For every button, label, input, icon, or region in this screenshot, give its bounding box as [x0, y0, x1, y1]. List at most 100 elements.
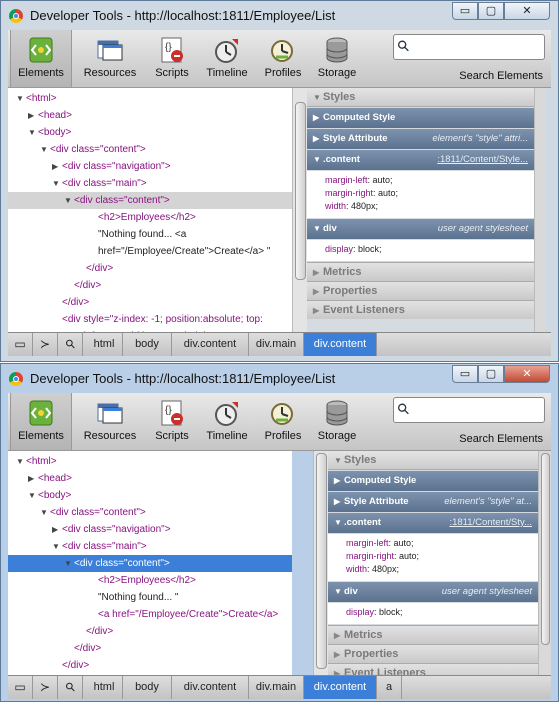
dom-node[interactable]: ▶ <div class="navigation">	[8, 158, 292, 175]
expand-toggle-icon[interactable]: ▼	[64, 192, 74, 209]
style-attribute-section[interactable]: ▶ Style Attribute element's "style" attri.…	[307, 129, 534, 149]
expand-toggle-icon[interactable]: ▼	[28, 487, 38, 504]
computed-style-section[interactable]: ▶ Computed Style	[307, 108, 534, 128]
dock-button[interactable]: ▭	[8, 333, 33, 356]
tab-resources[interactable]: Resources	[78, 393, 142, 450]
css-property[interactable]: width: 480px;	[325, 200, 378, 213]
dom-node[interactable]: ▼ <div class="content">	[8, 141, 292, 158]
dom-node[interactable]: ▼ <div class="main">	[8, 175, 292, 192]
content-rule-section-source[interactable]: :1811/Content/Style...	[437, 150, 528, 170]
tab-profiles[interactable]: Profiles	[258, 30, 308, 87]
breadcrumb-item[interactable]: div.content	[304, 676, 377, 699]
dom-node[interactable]: ▶ <head>	[8, 470, 292, 487]
div-rule-section[interactable]: ▼ div user agent stylesheet	[307, 219, 534, 239]
expand-toggle-icon[interactable]: ▼	[16, 453, 26, 470]
css-property[interactable]: margin-right: auto;	[325, 187, 398, 200]
dom-node[interactable]: ▼ <div class="main">	[8, 538, 292, 555]
css-property[interactable]: margin-left: auto;	[325, 174, 393, 187]
scrollbar-thumb[interactable]	[295, 102, 306, 280]
css-property[interactable]: width: 480px;	[346, 563, 399, 576]
inspect-search-button[interactable]: ⚲	[58, 333, 83, 356]
dom-node[interactable]: ▼ <div class="content">	[8, 192, 292, 209]
title-bar[interactable]: Developer Tools - http://localhost:1811/…	[1, 1, 558, 31]
css-property[interactable]: display: block;	[325, 243, 382, 256]
expand-toggle-icon[interactable]: ▶	[28, 107, 38, 124]
expand-toggle-icon[interactable]: ▼	[52, 538, 62, 555]
dom-node[interactable]: ▼ <body>	[8, 487, 292, 504]
dom-node[interactable]: ▼ <div class="content">	[8, 555, 292, 572]
minimize-button[interactable]: ▭	[452, 2, 478, 20]
expand-toggle-icon[interactable]: ▼	[64, 555, 74, 572]
search-input[interactable]: ⚲	[393, 34, 545, 60]
content-rule-section-source[interactable]: :1811/Content/Sty...	[449, 513, 532, 533]
dom-scrollbar[interactable]	[313, 451, 328, 675]
dom-node[interactable]: </div>	[8, 260, 292, 277]
dom-node[interactable]: <h2>Employees</h2>	[8, 572, 292, 589]
search-input[interactable]: ⚲	[393, 397, 545, 423]
dom-node[interactable]: ▼ <html>	[8, 90, 292, 107]
div-rule-section[interactable]: ▼ div user agent stylesheet	[328, 582, 538, 602]
tab-elements[interactable]: Elements	[10, 393, 72, 450]
breadcrumb-item[interactable]: body	[123, 676, 172, 699]
section-properties[interactable]: ▶ Properties	[307, 281, 534, 300]
tab-profiles[interactable]: Profiles	[258, 393, 308, 450]
tab-storage[interactable]: Storage	[310, 393, 364, 450]
inspect-search-button[interactable]: ⚲	[58, 676, 83, 699]
tab-elements[interactable]: Elements	[10, 30, 72, 87]
dom-node[interactable]: </div>	[8, 640, 292, 657]
breadcrumb-item[interactable]: html	[86, 333, 123, 356]
content-rule-section[interactable]: ▼ .content:1811/Content/Sty...	[328, 513, 538, 533]
title-bar[interactable]: Developer Tools - http://localhost:1811/…	[1, 364, 558, 394]
tab-scripts[interactable]: {} Scripts	[147, 30, 197, 87]
close-button[interactable]: ✕	[504, 2, 550, 20]
expand-toggle-icon[interactable]: ▼	[16, 90, 26, 107]
breadcrumb-item[interactable]: a	[377, 676, 402, 699]
tab-resources[interactable]: Resources	[78, 30, 142, 87]
css-property[interactable]: margin-left: auto;	[346, 537, 414, 550]
css-property[interactable]: display: block;	[346, 606, 403, 619]
content-rule-section[interactable]: ▼ .content:1811/Content/Style...	[307, 150, 534, 170]
dock-button[interactable]: ▭	[8, 676, 33, 699]
dom-node[interactable]: </div>	[8, 277, 292, 294]
breadcrumb-item[interactable]: body	[123, 333, 172, 356]
close-button[interactable]: ✕	[504, 365, 550, 383]
dom-node[interactable]: ▶ <div class="navigation">	[8, 521, 292, 538]
section-metrics[interactable]: ▶ Metrics	[328, 625, 538, 644]
expand-toggle-icon[interactable]: ▼	[40, 504, 50, 521]
breadcrumb-item[interactable]: div.content	[172, 333, 249, 356]
dom-node[interactable]: "Nothing found... "	[8, 589, 292, 606]
maximize-button[interactable]: ▢	[478, 2, 504, 20]
console-button[interactable]: ≻	[33, 676, 58, 699]
tab-scripts[interactable]: {} Scripts	[147, 393, 197, 450]
dom-node[interactable]: </div>	[8, 623, 292, 640]
dom-node[interactable]: </div>	[8, 294, 292, 311]
expand-toggle-icon[interactable]: ▼	[52, 175, 62, 192]
style-attribute-section[interactable]: ▶ Style Attribute element's "style" at...	[328, 492, 538, 512]
section-event-listeners[interactable]: ▶ Event Listeners	[307, 300, 534, 319]
dom-node[interactable]: <h2>Employees</h2>	[8, 209, 292, 226]
styles-header[interactable]: ▼ Styles	[307, 88, 534, 107]
dom-tree[interactable]: ▼ <html> ▶ <head> ▼ <body> ▼ <div class="conten…	[8, 451, 292, 675]
dom-node[interactable]: "Nothing found... <a	[8, 226, 292, 243]
dom-node[interactable]: <div style="z-index: -1; position:absolu…	[8, 311, 292, 328]
section-metrics[interactable]: ▶ Metrics	[307, 262, 534, 281]
tab-timeline[interactable]: Timeline	[200, 393, 254, 450]
console-button[interactable]: ≻	[33, 333, 58, 356]
dom-node[interactable]: </div>	[8, 657, 292, 674]
maximize-button[interactable]: ▢	[478, 365, 504, 383]
tab-storage[interactable]: Storage	[310, 30, 364, 87]
css-property[interactable]: margin-right: auto;	[346, 550, 419, 563]
styles-header[interactable]: ▼ Styles	[328, 451, 538, 470]
dom-node[interactable]: <a href="/Employee/Create">Create</a>	[8, 606, 292, 623]
scrollbar-thumb[interactable]	[541, 453, 550, 645]
expand-toggle-icon[interactable]: ▼	[40, 141, 50, 158]
expand-toggle-icon[interactable]: ▶	[52, 158, 62, 175]
breadcrumb-item[interactable]: div.content	[172, 676, 249, 699]
expand-toggle-icon[interactable]: ▼	[28, 124, 38, 141]
dom-node[interactable]: href="/Employee/Create">Create</a> "	[8, 243, 292, 260]
section-properties[interactable]: ▶ Properties	[328, 644, 538, 663]
dom-node[interactable]: ▼ <div class="content">	[8, 504, 292, 521]
expand-toggle-icon[interactable]: ▶	[28, 470, 38, 487]
dom-node[interactable]: ▼ <html>	[8, 453, 292, 470]
styles-scrollbar[interactable]	[534, 88, 545, 332]
